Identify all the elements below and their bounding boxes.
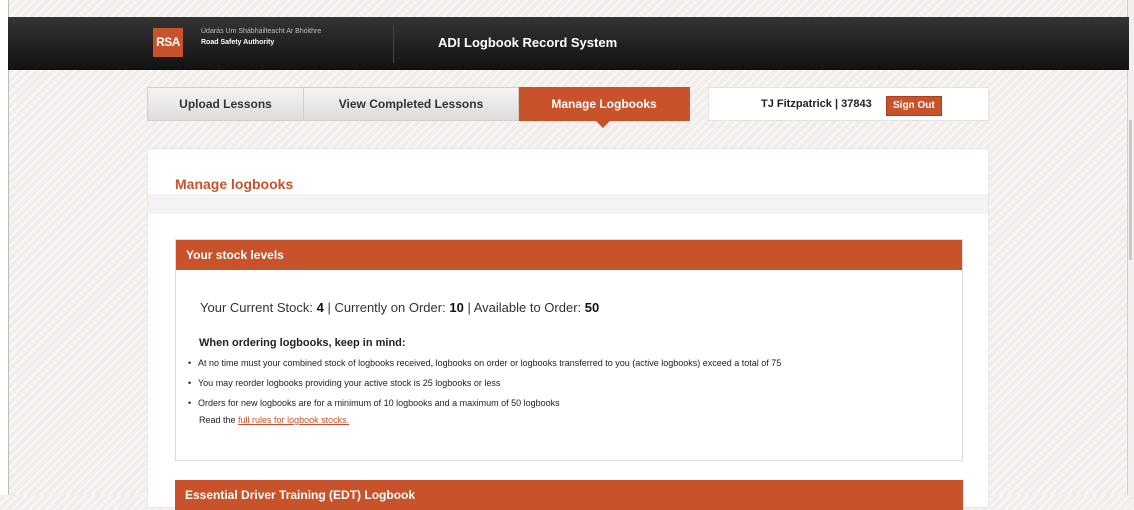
current-stock-value: 4	[316, 300, 324, 315]
on-order-label: | Currently on Order:	[327, 300, 446, 315]
rule-text: You may reorder logbooks providing your …	[198, 378, 501, 388]
logo-english-name: Road Safety Authority	[201, 39, 275, 46]
on-order-value: 10	[449, 300, 464, 315]
tab-manage-logbooks-label: Manage Logbooks	[551, 97, 657, 111]
title-band	[148, 194, 988, 214]
stock-levels-box: Your stock levels Your Current Stock: 4 …	[175, 239, 963, 461]
list-item: • Orders for new logbooks are for a minim…	[188, 398, 560, 408]
logo-irish-name: Údarás Um Shábháilteacht Ar Bhóithre	[201, 28, 322, 35]
active-tab-arrow	[595, 120, 611, 128]
sign-out-button[interactable]: Sign Out	[886, 96, 942, 116]
list-item: • At no time must your combined stock of …	[188, 358, 782, 368]
available-value: 50	[584, 300, 600, 315]
main-tabs: Upload Lessons View Completed Lessons Ma…	[147, 87, 690, 128]
user-box: TJ Fitzpatrick | 37843 Sign Out	[708, 87, 989, 121]
stock-summary: Your Current Stock: 4 | Currently on Ord…	[200, 300, 599, 315]
read-prefix: Read the	[199, 415, 236, 425]
rule-text: At no time must your combined stock of l…	[198, 358, 782, 368]
header-divider	[393, 25, 394, 63]
user-name: TJ Fitzpatrick | 37843	[761, 98, 872, 110]
current-stock-label: Your Current Stock:	[200, 300, 313, 315]
vertical-scrollbar[interactable]	[1127, 0, 1134, 495]
tab-manage-logbooks[interactable]: Manage Logbooks	[519, 87, 690, 128]
tab-upload-lessons[interactable]: Upload Lessons	[147, 87, 304, 121]
keep-in-mind-heading: When ordering logbooks, keep in mind:	[199, 337, 406, 349]
ordering-rules-list: • At no time must your combined stock of …	[188, 353, 781, 413]
available-label: | Available to Order:	[467, 300, 582, 315]
page-title: Manage logbooks	[175, 176, 294, 192]
read-rules-line: Read the full rules for logbook stocks.	[199, 415, 349, 425]
tab-view-completed-lessons[interactable]: View Completed Lessons	[304, 87, 519, 121]
stock-levels-heading: Your stock levels	[176, 240, 962, 270]
scrollbar-thumb[interactable]	[1129, 120, 1132, 260]
rsa-logo[interactable]: RSA	[153, 28, 183, 57]
window-left-edge	[0, 0, 9, 495]
rule-text: Orders for new logbooks are for a minimu…	[198, 398, 560, 408]
content-panel: Manage logbooks Your stock levels Your C…	[147, 148, 989, 510]
site-header: RSA Údarás Um Shábháilteacht Ar Bhóithre…	[8, 17, 1129, 70]
edt-logbook-heading: Essential Driver Training (EDT) Logbook	[175, 480, 963, 510]
full-rules-link[interactable]: full rules for logbook stocks.	[238, 415, 349, 425]
app-title: ADI Logbook Record System	[438, 35, 618, 50]
list-item: • You may reorder logbooks providing your…	[188, 378, 501, 388]
